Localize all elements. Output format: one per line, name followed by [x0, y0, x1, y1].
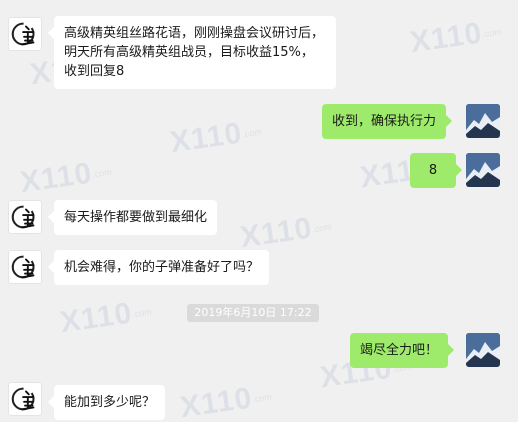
- watermark: X110.com: [58, 296, 153, 340]
- watermark: X110.com: [178, 381, 273, 422]
- message-bubble[interactable]: 高级精英组丝路花语，刚刚操盘会议研讨后，明天所有高级精英组战员，目标收益15%，…: [48, 16, 336, 89]
- watermark: X110.com: [408, 16, 503, 60]
- mountain-avatar-icon: [466, 104, 500, 138]
- sender-avatar[interactable]: [8, 382, 42, 416]
- watermark: X110.com: [18, 156, 113, 200]
- message-bubble[interactable]: 8: [410, 153, 462, 188]
- calligraphy-avatar-icon: [11, 22, 35, 46]
- message-bubble[interactable]: 竭尽全力吧！: [350, 333, 455, 368]
- sender-avatar[interactable]: [8, 17, 42, 51]
- message-bubble[interactable]: 机会难得，你的子弹准备好了吗？: [47, 250, 270, 285]
- calligraphy-avatar-icon: [11, 387, 35, 411]
- message-bubble[interactable]: 收到，确保执行力: [322, 104, 453, 139]
- sender-avatar[interactable]: [8, 200, 42, 234]
- mountain-avatar-icon: [466, 333, 500, 367]
- calligraphy-avatar-icon: [11, 205, 35, 229]
- message-bubble[interactable]: 能加到多少呢？: [47, 385, 166, 420]
- user-avatar[interactable]: [466, 333, 500, 367]
- mountain-avatar-icon: [466, 153, 500, 187]
- calligraphy-avatar-icon: [11, 255, 35, 279]
- message-bubble[interactable]: 每天操作都要做到最细化: [47, 200, 218, 235]
- user-avatar[interactable]: [466, 104, 500, 138]
- watermark: X110.com: [238, 211, 333, 255]
- user-avatar[interactable]: [466, 153, 500, 187]
- watermark: X110.com: [168, 116, 263, 160]
- sender-avatar[interactable]: [8, 250, 42, 284]
- timestamp-label: 2019年6月10日 17:22: [187, 304, 319, 322]
